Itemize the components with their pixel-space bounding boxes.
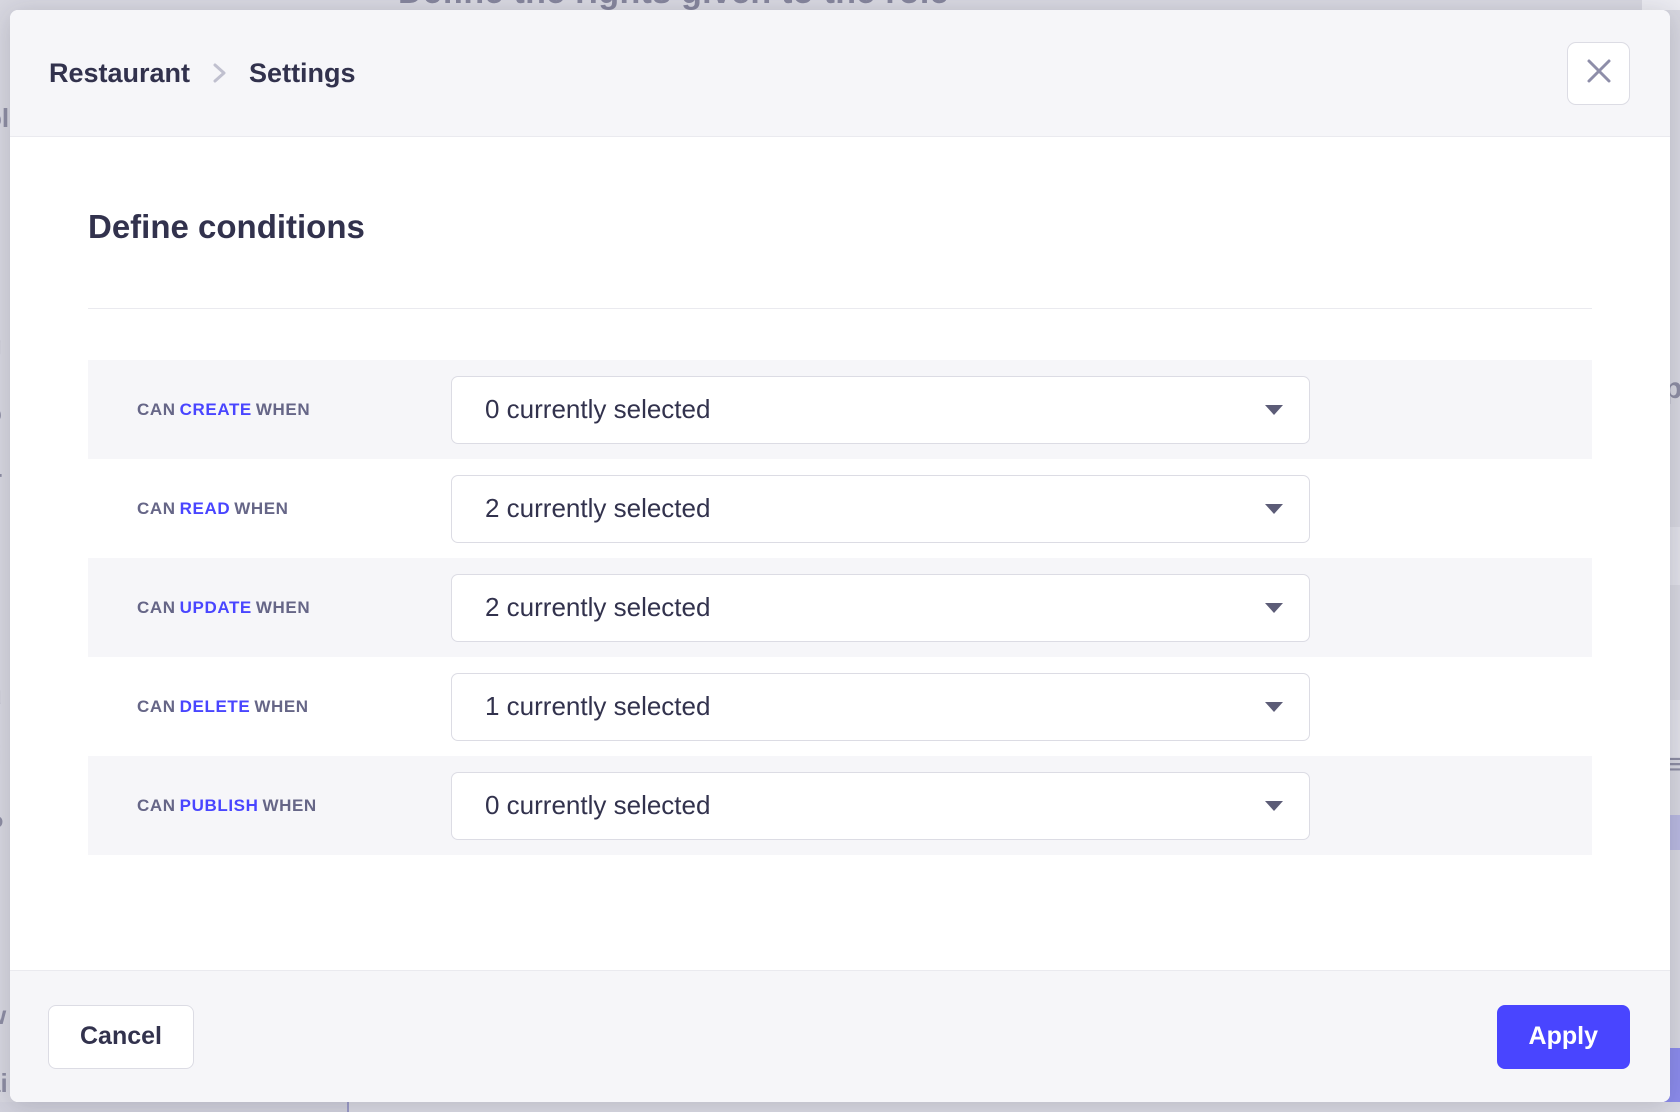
- select-value: 0 currently selected: [485, 790, 710, 821]
- chevron-down-icon: [1265, 603, 1283, 613]
- apply-button[interactable]: Apply: [1497, 1005, 1630, 1069]
- conditions-select-read[interactable]: 2 currently selected: [451, 475, 1310, 543]
- background-text-fragment: w: [0, 1000, 6, 1031]
- conditions-select-publish[interactable]: 0 currently selected: [451, 772, 1310, 840]
- page-title: Define conditions: [88, 207, 1592, 247]
- label-prefix: CAN: [137, 598, 176, 617]
- chevron-down-icon: [1265, 405, 1283, 415]
- modal-body: Define conditions CANCREATEWHEN 0 curren…: [10, 137, 1670, 970]
- background-bottom-edge: [0, 1102, 1680, 1112]
- condition-label: CANPUBLISHWHEN: [137, 796, 451, 816]
- background-text-fragment: ol: [0, 103, 9, 134]
- chevron-down-icon: [1265, 504, 1283, 514]
- label-suffix: WHEN: [234, 499, 288, 518]
- condition-row-update: CANUPDATEWHEN 2 currently selected: [88, 558, 1592, 657]
- screen: Define the rights given to the role ol g…: [0, 0, 1680, 1112]
- label-suffix: WHEN: [256, 400, 310, 419]
- modal-header: Restaurant Settings: [10, 10, 1670, 137]
- label-prefix: CAN: [137, 400, 176, 419]
- conditions-select-create[interactable]: 0 currently selected: [451, 376, 1310, 444]
- background-text-fragment: ≡: [1670, 748, 1680, 782]
- modal-footer: Cancel Apply: [10, 970, 1670, 1102]
- divider: [88, 308, 1592, 309]
- label-action: READ: [180, 499, 231, 518]
- label-prefix: CAN: [137, 499, 176, 518]
- label-action: CREATE: [180, 400, 252, 419]
- define-conditions-modal: Restaurant Settings Define conditions CA…: [10, 10, 1670, 1102]
- select-value: 1 currently selected: [485, 691, 710, 722]
- close-icon: [1586, 58, 1612, 89]
- condition-row-create: CANCREATEWHEN 0 currently selected: [88, 360, 1592, 459]
- breadcrumb-item-restaurant: Restaurant: [49, 58, 190, 89]
- condition-label: CANUPDATEWHEN: [137, 598, 451, 618]
- cancel-button[interactable]: Cancel: [48, 1005, 194, 1069]
- background-text-fragment: ai: [0, 1068, 8, 1099]
- condition-row-read: CANREADWHEN 2 currently selected: [88, 459, 1592, 558]
- background-text-fragment: T: [0, 468, 2, 499]
- background-text-fragment: p: [1670, 372, 1680, 406]
- background-band: [0, 1102, 347, 1112]
- background-right-edge: p ≡: [1670, 0, 1680, 1112]
- label-action: DELETE: [180, 697, 251, 716]
- background-text-fragment: ti: [0, 740, 2, 771]
- condition-label: CANDELETEWHEN: [137, 697, 451, 717]
- label-action: UPDATE: [180, 598, 252, 617]
- background-band: [1670, 527, 1680, 585]
- select-value: 2 currently selected: [485, 493, 710, 524]
- label-suffix: WHEN: [256, 598, 310, 617]
- chevron-right-icon: [212, 61, 227, 85]
- conditions-select-update[interactable]: 2 currently selected: [451, 574, 1310, 642]
- condition-label: CANREADWHEN: [137, 499, 451, 519]
- condition-row-delete: CANDELETEWHEN 1 currently selected: [88, 657, 1592, 756]
- background-left-edge: ol g o T e r u ti P e w ai: [0, 0, 10, 1112]
- background-text-fragment: P: [0, 810, 3, 841]
- conditions-select-delete[interactable]: 1 currently selected: [451, 673, 1310, 741]
- select-value: 0 currently selected: [485, 394, 710, 425]
- conditions-list: CANCREATEWHEN 0 currently selected CANRE…: [88, 360, 1592, 855]
- chevron-down-icon: [1265, 801, 1283, 811]
- condition-label: CANCREATEWHEN: [137, 400, 451, 420]
- select-value: 2 currently selected: [485, 592, 710, 623]
- background-text-fragment: g: [0, 330, 2, 361]
- label-prefix: CAN: [137, 697, 176, 716]
- breadcrumb: Restaurant Settings: [49, 58, 356, 89]
- label-action: PUBLISH: [180, 796, 259, 815]
- label-prefix: CAN: [137, 796, 176, 815]
- breadcrumb-item-settings: Settings: [249, 58, 356, 89]
- background-band: [1670, 815, 1680, 850]
- label-suffix: WHEN: [262, 796, 316, 815]
- condition-row-publish: CANPUBLISHWHEN 0 currently selected: [88, 756, 1592, 855]
- chevron-down-icon: [1265, 702, 1283, 712]
- background-text-fragment: o: [0, 398, 2, 429]
- label-suffix: WHEN: [254, 697, 308, 716]
- close-button[interactable]: [1567, 42, 1630, 105]
- background-divider: [347, 1102, 349, 1112]
- background-text-fragment: u: [0, 680, 2, 711]
